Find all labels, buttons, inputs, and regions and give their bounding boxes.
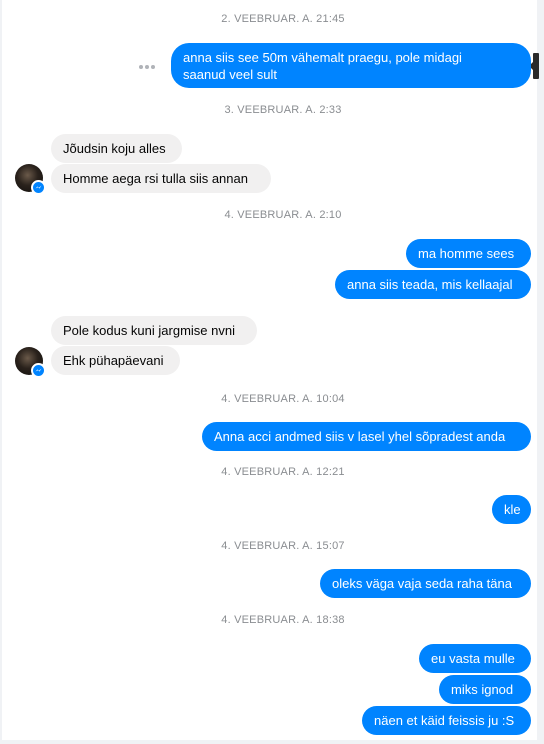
timestamp-divider: 4. VEEBRUAR. A. 15:07 [221,540,345,552]
timestamp-divider: 3. VEEBRUAR. A. 2:33 [224,104,342,116]
outgoing-message[interactable]: ma homme sees [406,239,531,268]
scroll-position-marker[interactable] [529,53,539,79]
avatar[interactable] [15,347,46,378]
outgoing-message[interactable]: anna siis teada, mis kellaajal [335,270,531,299]
outgoing-message[interactable]: näen et käid feissis ju :S [362,706,531,735]
outgoing-message[interactable]: Anna acci andmed siis v lasel yhel sõpra… [202,422,531,451]
incoming-message[interactable]: Pole kodus kuni jargmise nvni [51,316,257,345]
avatar[interactable] [15,164,46,195]
more-horizontal-icon[interactable] [138,58,156,69]
messenger-badge-icon [31,363,46,378]
incoming-message[interactable]: Ehk pühapäevani [51,346,180,375]
bottom-edge [0,740,544,744]
incoming-message[interactable]: Homme aega rsi tulla siis annan [51,164,271,193]
messenger-badge-icon [31,180,46,195]
incoming-message[interactable]: Jõudsin koju alles [51,134,182,163]
timestamp-divider: 2. VEEBRUAR. A. 21:45 [221,13,345,25]
timestamp-divider: 4. VEEBRUAR. A. 10:04 [221,393,345,405]
message-text-line: anna siis see 50m vähemalt praegu, pole … [183,50,462,65]
outgoing-message[interactable]: kle [492,495,531,524]
message-text-line: saanud veel sult [183,67,277,82]
outgoing-message[interactable]: oleks väga vaja seda raha täna [320,569,531,598]
outgoing-message[interactable]: miks ignod [439,675,531,704]
timestamp-divider: 4. VEEBRUAR. A. 2:10 [224,209,342,221]
conversation-view: 2. VEEBRUAR. A. 21:45 anna siis see 50m … [0,0,544,744]
timestamp-divider: 4. VEEBRUAR. A. 18:38 [221,614,345,626]
timestamp-divider: 4. VEEBRUAR. A. 12:21 [221,466,345,478]
outgoing-message[interactable]: anna siis see 50m vähemalt praegu, pole … [171,43,531,88]
outgoing-message[interactable]: eu vasta mulle [419,644,531,673]
